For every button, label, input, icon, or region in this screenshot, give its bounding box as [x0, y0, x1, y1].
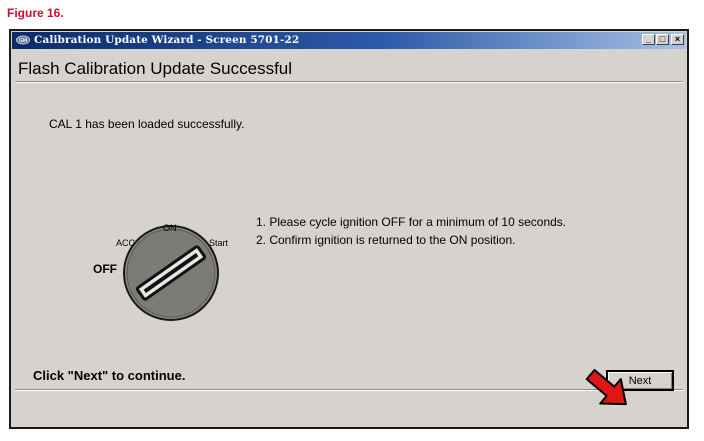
ignition-diagram: OFF ACC ON Start: [81, 191, 241, 321]
divider-top: [15, 81, 683, 83]
page-title: Flash Calibration Update Successful: [18, 59, 293, 78]
instruction-step-1: 1. Please cycle ignition OFF for a minim…: [256, 215, 567, 229]
minimize-button[interactable]: _: [642, 34, 655, 45]
status-message: CAL 1 has been loaded successfully.: [49, 117, 245, 131]
red-arrow-icon: [585, 368, 627, 406]
ignition-acc-label: ACC: [116, 238, 136, 248]
maximize-button[interactable]: □: [656, 34, 669, 45]
ignition-on-label: ON: [163, 223, 177, 233]
close-button[interactable]: ×: [671, 34, 684, 45]
maximize-icon: □: [659, 34, 666, 44]
footer-prompt: Click "Next" to continue.: [33, 368, 186, 383]
figure-label: Figure 16.: [7, 6, 64, 20]
instructions-list: 1. Please cycle ignition OFF for a minim…: [256, 213, 566, 249]
minimize-icon: _: [645, 34, 651, 44]
ignition-off-label: OFF: [93, 262, 117, 276]
app-logo-icon: GM: [16, 35, 30, 45]
svg-text:GM: GM: [19, 38, 27, 44]
instruction-step-2: 2. Confirm ignition is returned to the O…: [256, 233, 516, 247]
title-bar[interactable]: GM Calibration Update Wizard - Screen 57…: [12, 32, 686, 49]
window-title: Calibration Update Wizard - Screen 5701-…: [34, 34, 300, 46]
ignition-key-icon: OFF ACC ON Start: [93, 223, 229, 321]
header-area: Flash Calibration Update Successful: [12, 49, 686, 84]
ignition-start-label: Start: [209, 238, 229, 248]
close-icon: ×: [674, 34, 681, 44]
